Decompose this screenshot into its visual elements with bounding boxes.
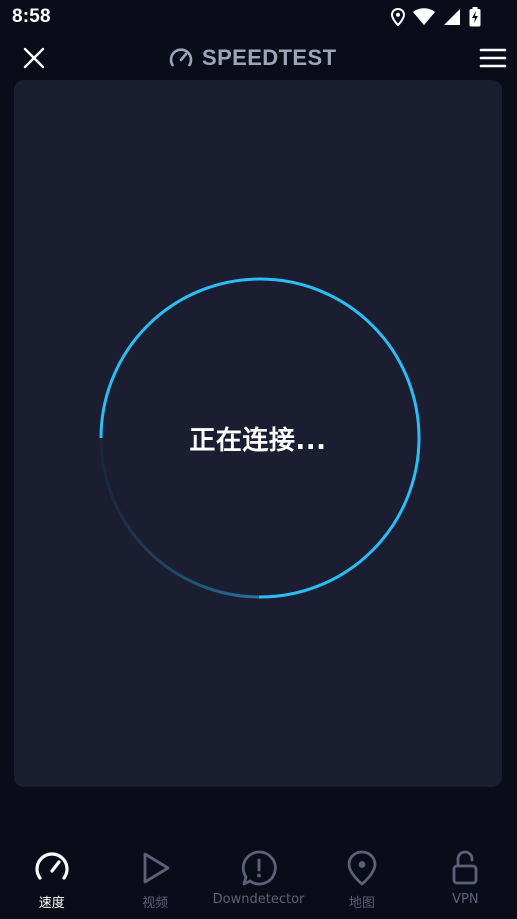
nav-tab-vpn[interactable]: VPN [414, 836, 517, 919]
hamburger-menu-icon [479, 48, 507, 68]
location-icon [391, 8, 405, 26]
nav-label-video: 视频 [142, 896, 169, 911]
brand-name: SPEEDTEST [202, 45, 337, 70]
nav-tab-map[interactable]: 地图 [310, 836, 413, 919]
nav-label-downdetector: Downdetector [212, 892, 305, 907]
brand-logo: SPEEDTEST [168, 44, 336, 72]
status-bar: 8:58 [0, 0, 517, 34]
bottom-navigation: 速度 视频 Downdetector 地图 VPN [0, 836, 517, 919]
nav-label-speed: 速度 [38, 896, 65, 911]
nav-label-vpn: VPN [452, 892, 479, 907]
nav-tab-video[interactable]: 视频 [103, 836, 206, 919]
battery-charging-icon [469, 7, 481, 27]
wifi-icon [413, 8, 435, 26]
status-icons [391, 6, 481, 28]
connection-status-text: 正在连接... [189, 426, 327, 456]
close-icon [23, 47, 45, 69]
play-icon [135, 848, 175, 888]
app-header: SPEEDTEST [0, 38, 517, 78]
status-time: 8:58 [12, 6, 51, 27]
speedometer-logo-icon [169, 48, 193, 67]
menu-button[interactable] [479, 44, 507, 72]
speedometer-icon [32, 848, 72, 888]
map-pin-icon [342, 848, 382, 888]
speedtest-panel: 正在连接... [14, 80, 502, 787]
lock-icon [445, 848, 485, 888]
nav-tab-downdetector[interactable]: Downdetector [207, 836, 310, 919]
close-button[interactable] [20, 44, 48, 72]
alert-icon [239, 848, 279, 888]
signal-icon [443, 8, 461, 26]
nav-label-map: 地图 [348, 896, 375, 911]
nav-tab-speed[interactable]: 速度 [0, 836, 103, 919]
